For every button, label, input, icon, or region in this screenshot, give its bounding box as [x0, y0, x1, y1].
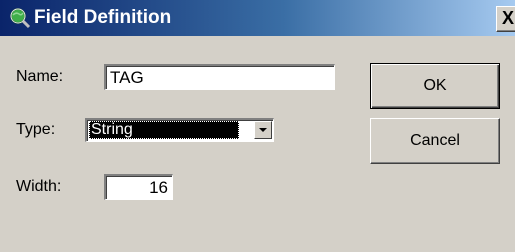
globe-magnifier-icon [10, 8, 31, 29]
name-field[interactable] [104, 64, 335, 90]
type-selected-value: String [89, 121, 239, 139]
title-bar[interactable]: Field Definition X [0, 0, 515, 36]
cancel-button[interactable]: Cancel [370, 118, 500, 164]
width-label: Width: [16, 178, 62, 195]
type-select[interactable]: String [85, 118, 274, 142]
type-dropdown-button[interactable] [254, 121, 272, 139]
name-label: Name: [16, 68, 64, 85]
field-definition-dialog: Field Definition X Name: Type: String Wi… [0, 0, 515, 252]
chevron-down-icon [259, 128, 267, 132]
type-label: Type: [16, 121, 56, 138]
close-button[interactable]: X [496, 6, 515, 32]
ok-button[interactable]: OK [370, 63, 500, 109]
width-field[interactable] [104, 174, 173, 200]
dialog-title: Field Definition [34, 7, 172, 28]
